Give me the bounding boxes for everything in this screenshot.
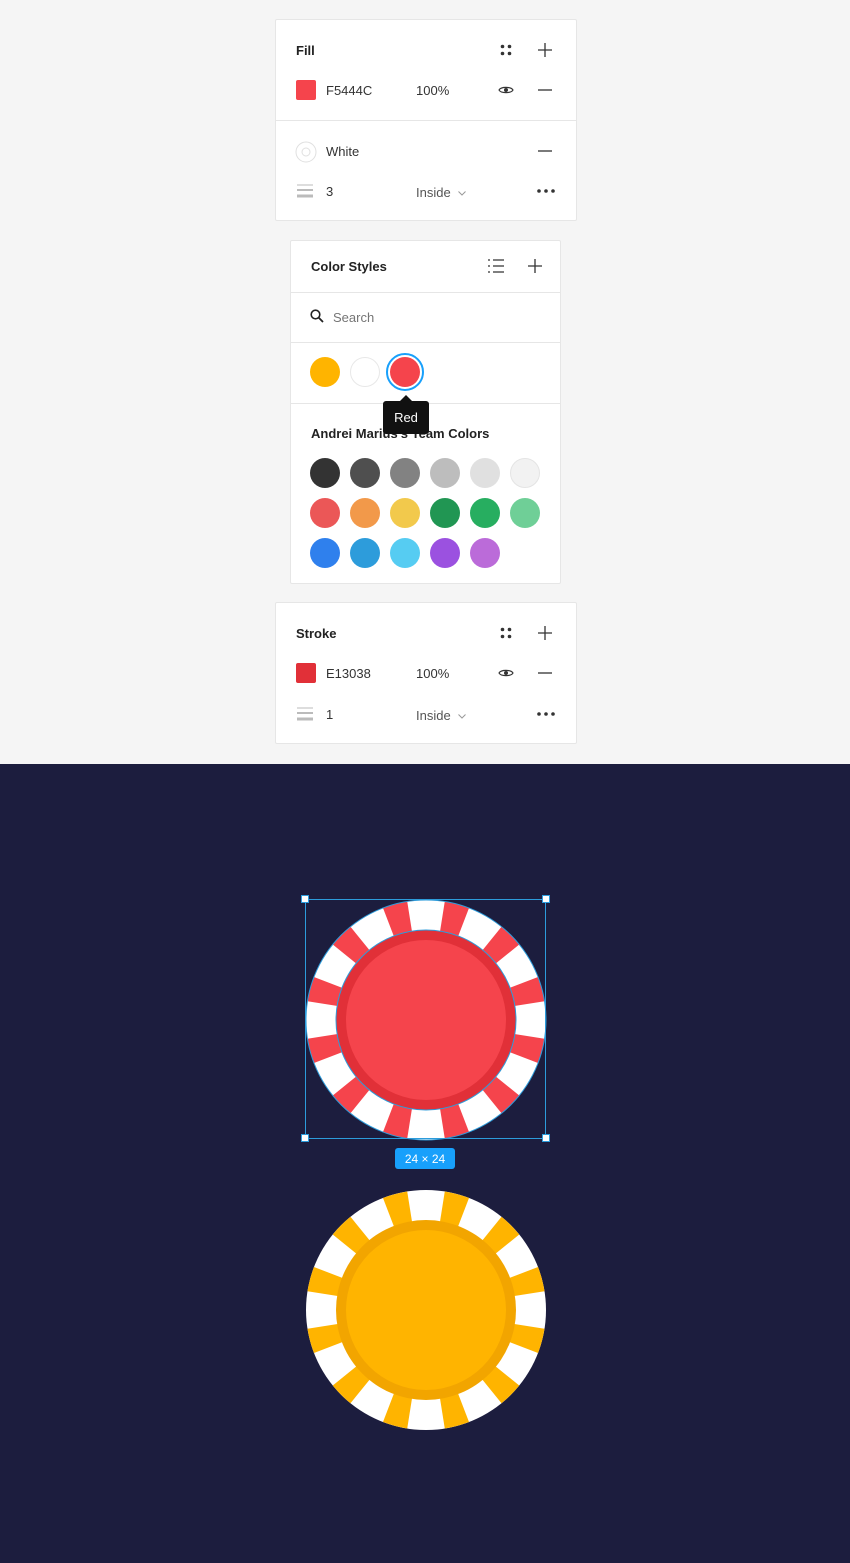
resize-handle-bottom-left[interactable] xyxy=(301,1134,309,1142)
stroke-position-select[interactable]: Inside xyxy=(416,708,467,723)
fill-opacity-value[interactable]: 100% xyxy=(416,83,449,98)
style-grid-icon[interactable] xyxy=(496,40,516,60)
stroke-opacity-value[interactable]: 100% xyxy=(416,666,449,681)
team-swatch[interactable] xyxy=(350,458,380,488)
team-swatch[interactable] xyxy=(470,538,500,568)
more-options-icon[interactable] xyxy=(535,704,557,724)
divider xyxy=(291,342,560,343)
color-styles-panel: Color Styles Andrei Marius's Team Colors… xyxy=(290,240,561,584)
add-stroke-icon[interactable] xyxy=(535,623,555,643)
stroke-weight-value[interactable]: 3 xyxy=(326,184,333,199)
chevron-down-icon xyxy=(458,714,467,719)
team-swatch[interactable] xyxy=(350,498,380,528)
remove-fill-icon[interactable] xyxy=(535,80,555,100)
fill-title: Fill xyxy=(296,43,315,58)
team-swatch[interactable] xyxy=(430,498,460,528)
fill-hex-value[interactable]: F5444C xyxy=(326,83,372,98)
add-style-icon[interactable] xyxy=(525,256,545,276)
resize-handle-bottom-right[interactable] xyxy=(542,1134,550,1142)
swatch-red xyxy=(390,357,420,387)
swatch-tooltip: Red xyxy=(383,395,429,434)
stroke-panel: Stroke E13038 100% 1 Inside xyxy=(275,602,577,744)
list-view-icon[interactable] xyxy=(486,256,506,276)
stroke-weight-value[interactable]: 1 xyxy=(326,707,333,722)
team-swatch[interactable] xyxy=(310,498,340,528)
white-style-label[interactable]: White xyxy=(326,144,359,159)
team-swatch[interactable] xyxy=(310,458,340,488)
stroke-title: Stroke xyxy=(296,626,337,641)
style-grid-icon[interactable] xyxy=(496,623,516,643)
style-swatch-icon[interactable] xyxy=(295,141,317,163)
fill-panel: Fill F5444C 100% White 3 Inside xyxy=(275,19,577,221)
eye-icon[interactable] xyxy=(496,663,516,683)
swatch-red-selected[interactable] xyxy=(386,353,424,391)
chip-center xyxy=(346,1230,506,1390)
search-input[interactable] xyxy=(333,307,533,327)
swatch-white[interactable] xyxy=(350,357,380,387)
team-swatch[interactable] xyxy=(350,538,380,568)
team-swatch[interactable] xyxy=(430,538,460,568)
stroke-weight-icon xyxy=(296,705,314,723)
design-canvas[interactable]: 24 × 24 xyxy=(0,764,850,1563)
search-icon xyxy=(309,308,325,324)
team-swatch[interactable] xyxy=(390,458,420,488)
swatch-yellow[interactable] xyxy=(310,357,340,387)
team-swatch[interactable] xyxy=(390,498,420,528)
resize-handle-top-left[interactable] xyxy=(301,895,309,903)
more-options-icon[interactable] xyxy=(535,181,557,201)
selection-box[interactable] xyxy=(305,899,546,1139)
color-styles-title: Color Styles xyxy=(311,259,387,274)
team-swatch[interactable] xyxy=(470,498,500,528)
team-swatch[interactable] xyxy=(510,458,540,488)
team-swatch[interactable] xyxy=(430,458,460,488)
stroke-color-swatch[interactable] xyxy=(296,663,316,683)
team-swatch[interactable] xyxy=(510,498,540,528)
fill-color-swatch[interactable] xyxy=(296,80,316,100)
resize-handle-top-right[interactable] xyxy=(542,895,550,903)
remove-style-icon[interactable] xyxy=(535,141,555,161)
chevron-down-icon xyxy=(458,191,467,196)
stroke-position-value: Inside xyxy=(416,708,451,723)
stroke-position-value: Inside xyxy=(416,185,451,200)
divider xyxy=(291,292,560,293)
team-swatch[interactable] xyxy=(470,458,500,488)
add-fill-icon[interactable] xyxy=(535,40,555,60)
eye-icon[interactable] xyxy=(496,80,516,100)
selection-size-badge: 24 × 24 xyxy=(395,1148,455,1169)
stroke-position-select[interactable]: Inside xyxy=(416,185,467,200)
team-swatch[interactable] xyxy=(310,538,340,568)
yellow-poker-chip[interactable] xyxy=(304,1188,548,1432)
stroke-weight-icon xyxy=(296,182,314,200)
remove-stroke-icon[interactable] xyxy=(535,663,555,683)
divider xyxy=(276,120,576,121)
team-swatch[interactable] xyxy=(390,538,420,568)
stroke-hex-value[interactable]: E13038 xyxy=(326,666,371,681)
